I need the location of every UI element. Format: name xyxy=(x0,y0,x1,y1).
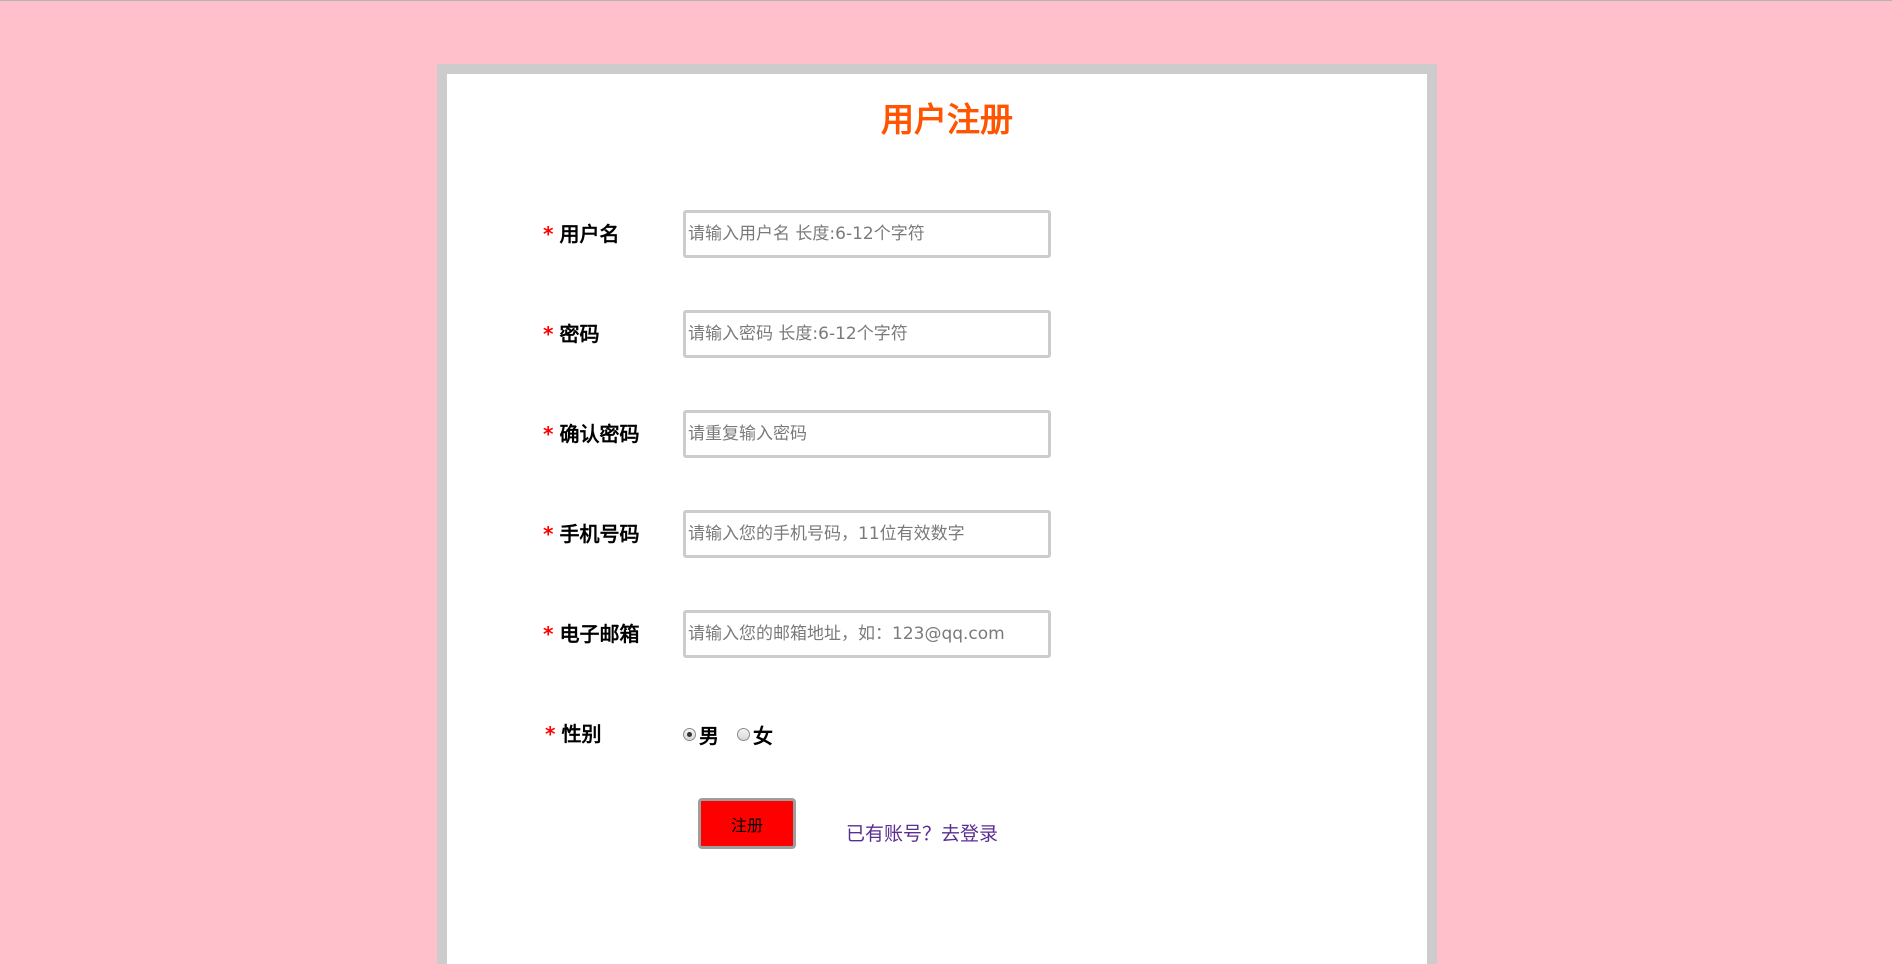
gender-female-label: 女 xyxy=(753,723,773,748)
username-label-text: 用户名 xyxy=(559,222,620,246)
password-input[interactable] xyxy=(683,310,1051,358)
radio-male-checked[interactable] xyxy=(683,727,696,741)
required-mark: * xyxy=(545,722,556,746)
username-label: * 用户名 xyxy=(543,210,619,258)
phone-label-text: 手机号码 xyxy=(559,522,640,546)
required-mark: * xyxy=(543,622,554,646)
gender-option-female[interactable]: 女 xyxy=(737,720,773,749)
email-label-text: 电子邮箱 xyxy=(559,622,640,646)
radio-female-unchecked[interactable] xyxy=(737,727,750,741)
required-mark: * xyxy=(543,322,554,346)
gender-male-label: 男 xyxy=(699,723,719,748)
username-row: * 用户名 xyxy=(447,210,1447,258)
confirm-password-row: * 确认密码 xyxy=(447,410,1447,458)
gender-option-male[interactable]: 男 xyxy=(683,720,719,749)
confirm-password-label-text: 确认密码 xyxy=(559,422,640,446)
password-label-text: 密码 xyxy=(559,322,600,346)
gender-row: * 性别 男 女 xyxy=(447,710,1447,758)
confirm-password-input[interactable] xyxy=(683,410,1051,458)
email-input[interactable] xyxy=(683,610,1051,658)
register-button[interactable]: 注册 xyxy=(698,798,796,849)
register-panel: 用户注册 *用户名 *密码 *确认密码 *手机号码 *电子邮箱 *性别 xyxy=(437,64,1437,964)
required-mark: * xyxy=(543,522,554,546)
email-row: * 电子邮箱 xyxy=(447,610,1447,658)
password-row: * 密码 xyxy=(447,310,1447,358)
phone-row: * 手机号码 xyxy=(447,510,1447,558)
gender-label: * 性别 xyxy=(545,710,601,758)
page-title: 用户注册 xyxy=(881,100,1013,139)
confirm-password-label: * 确认密码 xyxy=(543,410,639,458)
password-label: * 密码 xyxy=(543,310,599,358)
phone-label: * 手机号码 xyxy=(543,510,639,558)
gender-label-text: 性别 xyxy=(561,722,602,746)
go-login-link[interactable]: 已有账号？去登录 xyxy=(846,819,998,846)
top-border-line xyxy=(0,0,1892,1)
username-input[interactable] xyxy=(683,210,1051,258)
required-mark: * xyxy=(543,422,554,446)
required-mark: * xyxy=(543,222,554,246)
phone-input[interactable] xyxy=(683,510,1051,558)
email-label: * 电子邮箱 xyxy=(543,610,639,658)
gender-radio-group: 男 女 xyxy=(683,710,787,758)
